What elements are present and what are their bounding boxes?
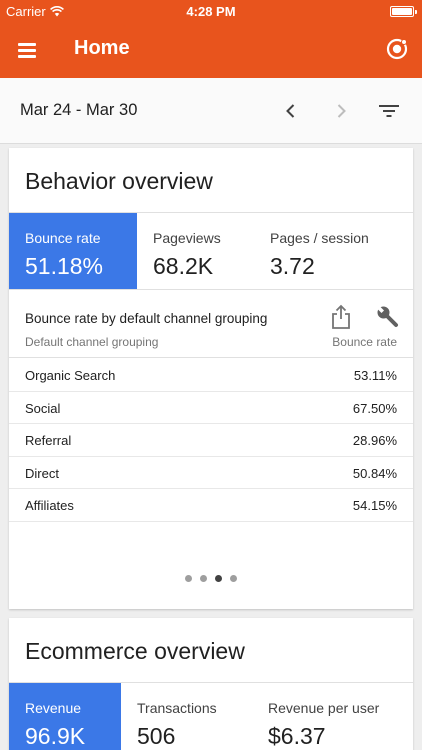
metric-value: 3.72 — [270, 253, 315, 279]
account-switcher-icon — [386, 38, 408, 60]
metric-value: 51.18% — [25, 253, 104, 279]
page-dot-active[interactable] — [215, 575, 222, 582]
metric-label: Revenue per user — [268, 700, 380, 716]
metric-value: $6.37 — [268, 723, 326, 749]
app-header: Carrier 4:28 PM Home — [0, 0, 422, 78]
dimension-column-header: Default channel grouping — [25, 335, 159, 349]
table-row[interactable]: Organic Search 53.11% — [9, 359, 413, 392]
next-range-button[interactable] — [328, 98, 354, 124]
row-channel: Referral — [25, 433, 72, 448]
filter-icon — [379, 105, 399, 117]
row-value: 50.84% — [352, 465, 397, 481]
metric-value: 96.9K — [25, 723, 86, 749]
metric-column-header: Bounce rate — [332, 335, 397, 349]
menu-icon — [18, 43, 36, 46]
table-header: Bounce rate by default channel grouping … — [9, 290, 413, 358]
menu-icon-bar — [18, 55, 36, 58]
table-row[interactable]: Direct 50.84% — [9, 457, 413, 489]
metric-tab-transactions[interactable]: Transactions 506 — [121, 683, 252, 750]
wrench-icon — [377, 306, 398, 327]
share-button[interactable] — [329, 304, 353, 330]
app-bar: Home — [0, 22, 422, 78]
channel-table: Organic Search 53.11% Social 67.50% Refe… — [9, 359, 413, 522]
menu-icon-bar — [18, 49, 36, 52]
table-row[interactable]: Referral 28.96% — [9, 424, 413, 457]
row-channel: Affiliates — [25, 498, 74, 513]
row-channel: Social — [25, 400, 61, 416]
metric-label: Pages / session — [270, 230, 369, 246]
metric-value: 68.2K — [153, 253, 214, 279]
page-dot[interactable] — [185, 575, 192, 582]
metric-value: 506 — [137, 723, 176, 749]
ecommerce-overview-card: Ecommerce overview Revenue 96.9K Transac… — [9, 618, 413, 750]
metric-tab-pages-per-session[interactable]: Pages / session 3.72 — [254, 213, 413, 289]
chevron-right-icon — [337, 104, 346, 118]
card-title: Behavior overview — [25, 168, 213, 194]
behavior-overview-card: Behavior overview Bounce rate 51.18% Pag… — [9, 148, 413, 609]
card-title: Ecommerce overview — [25, 638, 245, 664]
status-bar: Carrier 4:28 PM — [0, 0, 422, 22]
metric-tab-pageviews[interactable]: Pageviews 68.2K — [137, 213, 254, 289]
previous-range-button[interactable] — [278, 98, 304, 124]
metric-label: Bounce rate — [25, 230, 101, 246]
table-title: Bounce rate by default channel grouping — [25, 311, 268, 326]
filter-button[interactable] — [376, 98, 402, 124]
metric-label: Pageviews — [153, 230, 221, 246]
table-row[interactable]: Social 67.50% — [9, 392, 413, 424]
account-switcher-button[interactable] — [384, 36, 410, 62]
metric-label: Revenue — [25, 700, 82, 716]
row-channel: Direct — [25, 465, 59, 481]
metric-tab-bounce-rate[interactable]: Bounce rate 51.18% — [9, 213, 137, 289]
metric-label: Transactions — [137, 700, 217, 716]
menu-button[interactable] — [14, 36, 44, 64]
metric-tab-revenue-per-user[interactable]: Revenue per user $6.37 — [252, 683, 413, 750]
battery-icon — [390, 6, 417, 17]
metric-tabs: Revenue 96.9K Transactions 506 Revenue p… — [9, 682, 413, 750]
page-dot[interactable] — [230, 575, 237, 582]
row-value: 28.96% — [352, 433, 397, 448]
table-row[interactable]: Affiliates 54.15% — [9, 489, 413, 522]
page-dot[interactable] — [200, 575, 207, 582]
chevron-left-icon — [286, 104, 295, 118]
share-icon — [332, 304, 350, 329]
date-range-bar: Mar 24 - Mar 30 — [0, 78, 422, 144]
metric-tab-revenue[interactable]: Revenue 96.9K — [9, 683, 121, 750]
row-value: 67.50% — [352, 400, 397, 416]
row-channel: Organic Search — [25, 368, 116, 383]
metric-tabs: Bounce rate 51.18% Pageviews 68.2K Pages… — [9, 212, 413, 290]
row-value: 54.15% — [352, 498, 397, 513]
customize-button[interactable] — [375, 304, 401, 330]
page-title: Home — [74, 37, 130, 59]
page-indicator — [9, 575, 413, 582]
row-value: 53.11% — [353, 368, 397, 383]
clock: 4:28 PM — [186, 4, 236, 19]
date-range-label[interactable]: Mar 24 - Mar 30 — [20, 101, 137, 120]
